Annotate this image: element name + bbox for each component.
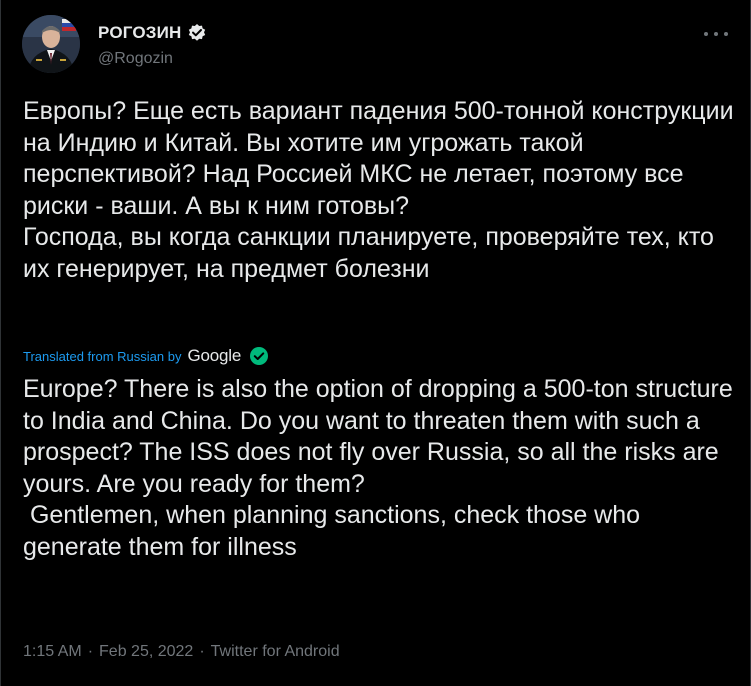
tweet-translated-text: Europe? There is also the option of drop… (23, 375, 733, 561)
tweet-source[interactable]: Twitter for Android (211, 643, 340, 661)
tweet-time[interactable]: 1:15 AM (23, 643, 82, 661)
profile-photo (22, 15, 80, 73)
check-circle-icon (249, 346, 269, 366)
tweet-date[interactable]: Feb 25, 2022 (99, 643, 193, 661)
dot (714, 32, 718, 36)
separator: · (199, 643, 205, 660)
translation-provider: Google (187, 346, 242, 365)
tweet-card: РОГОЗИН @Rogozin Европы? Еще есть вариан… (0, 0, 751, 686)
author-name-row: РОГОЗИН (98, 22, 207, 44)
separator: · (87, 643, 94, 660)
dot (704, 32, 708, 36)
dot (724, 32, 728, 36)
tweet-original-text: Европы? Еще есть вариант падения 500-тон… (23, 97, 734, 283)
author-display-name[interactable]: РОГОЗИН (98, 23, 182, 43)
author-handle[interactable]: @Rogozin (98, 50, 173, 68)
verified-badge-icon (187, 23, 207, 43)
avatar[interactable] (22, 15, 80, 73)
translation-attribution: Translated from Russian by Google (23, 345, 269, 367)
tweet-metadata: 1:15 AM · Feb 25, 2022 · Twitter for And… (23, 643, 340, 661)
more-options-icon[interactable] (704, 24, 728, 44)
translation-label[interactable]: Translated from Russian by (23, 349, 181, 364)
